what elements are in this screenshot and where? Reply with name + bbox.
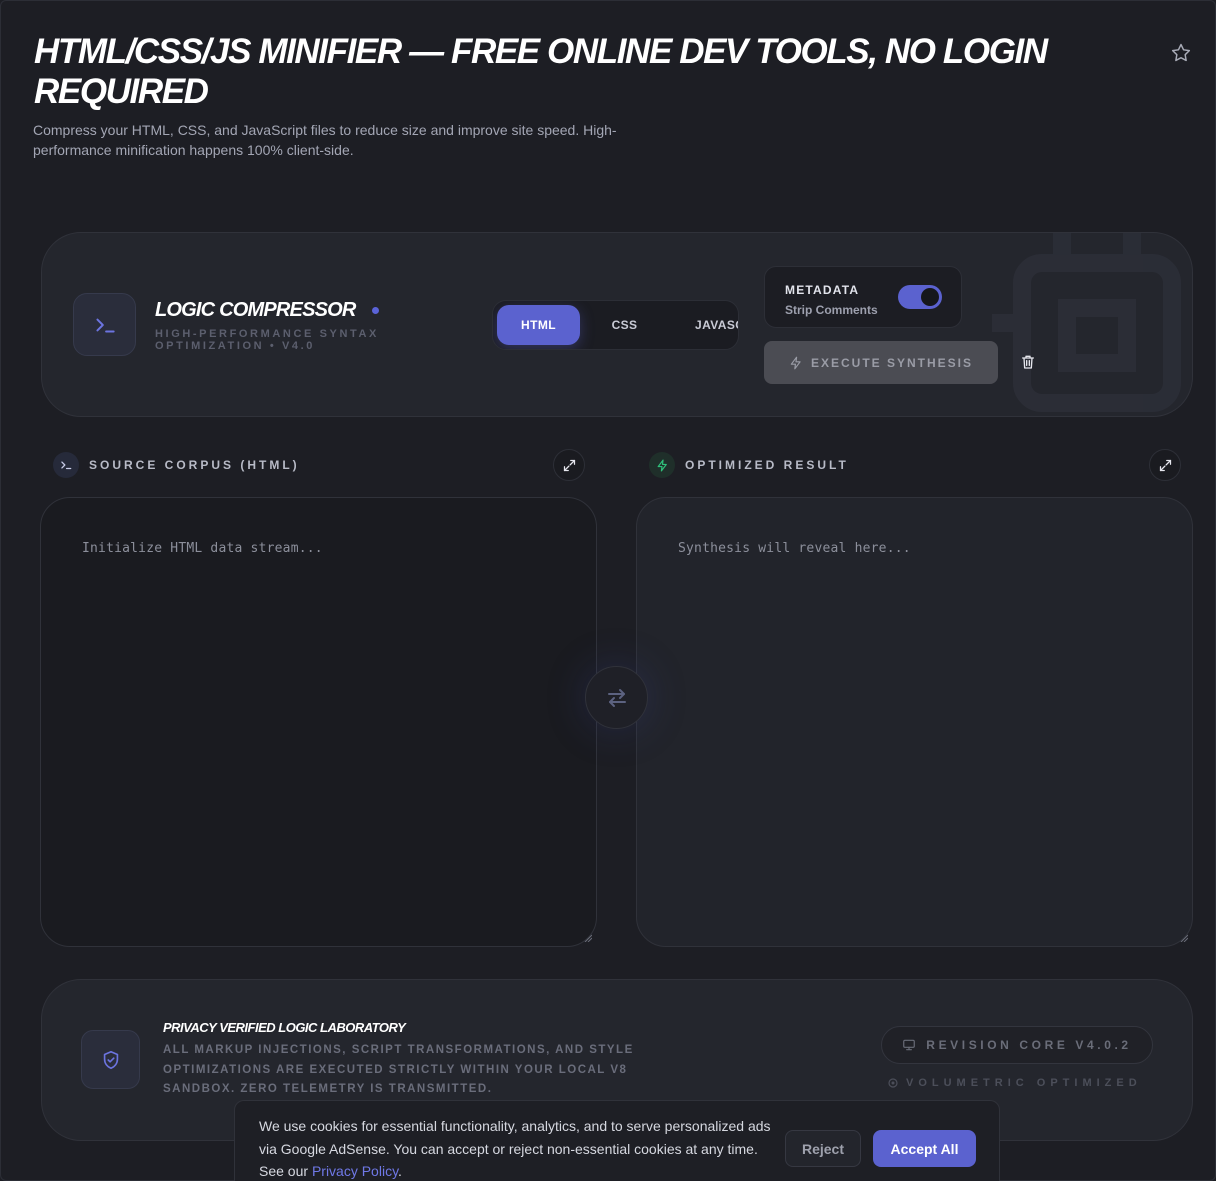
shield-check-icon xyxy=(81,1030,140,1089)
source-placeholder: Initialize HTML data stream... xyxy=(82,541,323,556)
star-icon[interactable] xyxy=(1170,42,1192,64)
privacy-title: Privacy Verified Logic Laboratory xyxy=(163,1020,406,1035)
terminal-small-icon xyxy=(53,452,79,478)
output-editor[interactable]: Synthesis will reveal here... xyxy=(636,497,1193,947)
monitor-icon xyxy=(903,1039,916,1051)
execute-label: EXECUTE SYNTHESIS xyxy=(810,355,974,370)
language-tabs: HTML CSS JAVASC xyxy=(492,300,739,350)
privacy-text: All markup injections, script transforma… xyxy=(163,1044,634,1095)
page-subtitle: Compress your HTML, CSS, and JavaScript … xyxy=(33,122,617,158)
source-expand-icon[interactable] xyxy=(553,449,585,481)
output-label: OPTIMIZED RESULT xyxy=(685,458,849,472)
swap-icon[interactable] xyxy=(585,666,648,729)
revision-badge: REVISION CORE V4.0.2 xyxy=(881,1026,1153,1064)
cookie-text: We use cookies for essential functionali… xyxy=(259,1115,771,1181)
resize-grip-icon[interactable] xyxy=(584,934,592,942)
source-label: SOURCE CORPUS (HTML) xyxy=(89,458,300,472)
volumetric-label: VOLUMETRIC OPTIMIZED xyxy=(906,1077,1142,1089)
tab-html[interactable]: HTML xyxy=(497,305,580,345)
target-icon xyxy=(888,1078,898,1088)
output-header: OPTIMIZED RESULT xyxy=(649,450,849,480)
resize-grip-icon[interactable] xyxy=(1180,934,1188,942)
source-header: SOURCE CORPUS (HTML) xyxy=(53,450,300,480)
metadata-box: METADATA Strip Comments xyxy=(764,266,962,328)
metadata-label: METADATA xyxy=(785,283,860,297)
status-dot xyxy=(372,307,379,314)
output-placeholder: Synthesis will reveal here... xyxy=(678,541,911,556)
source-editor[interactable]: Initialize HTML data stream... xyxy=(40,497,597,947)
compressor-panel: Logic Compressor High-performance syntax… xyxy=(41,232,1193,417)
cookie-banner: We use cookies for essential functionali… xyxy=(234,1100,1000,1181)
cookie-period: . xyxy=(398,1163,402,1179)
privacy-policy-link[interactable]: Privacy Policy xyxy=(312,1163,398,1179)
bolt-green-icon xyxy=(649,452,675,478)
chip-watermark-icon xyxy=(992,233,1181,412)
terminal-icon xyxy=(73,293,136,356)
trash-icon[interactable] xyxy=(1020,354,1036,370)
revision-label: REVISION CORE V4.0.2 xyxy=(926,1038,1132,1052)
page-title: HTML/CSS/JS Minifier — Free Online Dev T… xyxy=(34,32,1048,111)
metadata-sublabel: Strip Comments xyxy=(785,303,878,317)
bolt-icon xyxy=(790,356,801,369)
compressor-title: Logic Compressor xyxy=(155,299,356,321)
tab-css[interactable]: CSS xyxy=(583,305,666,345)
output-expand-icon[interactable] xyxy=(1149,449,1181,481)
reject-cookies-button[interactable]: Reject xyxy=(785,1130,861,1167)
volumetric-badge: VOLUMETRIC OPTIMIZED xyxy=(888,1077,1142,1089)
execute-synthesis-button[interactable]: EXECUTE SYNTHESIS xyxy=(764,341,998,384)
compressor-subtitle: High-performance syntax optimization • v… xyxy=(155,328,379,352)
toggle-knob xyxy=(921,288,939,306)
accept-all-button[interactable]: Accept All xyxy=(873,1130,976,1167)
tab-javascript[interactable]: JAVASC xyxy=(669,305,738,345)
strip-comments-toggle[interactable] xyxy=(898,285,942,309)
